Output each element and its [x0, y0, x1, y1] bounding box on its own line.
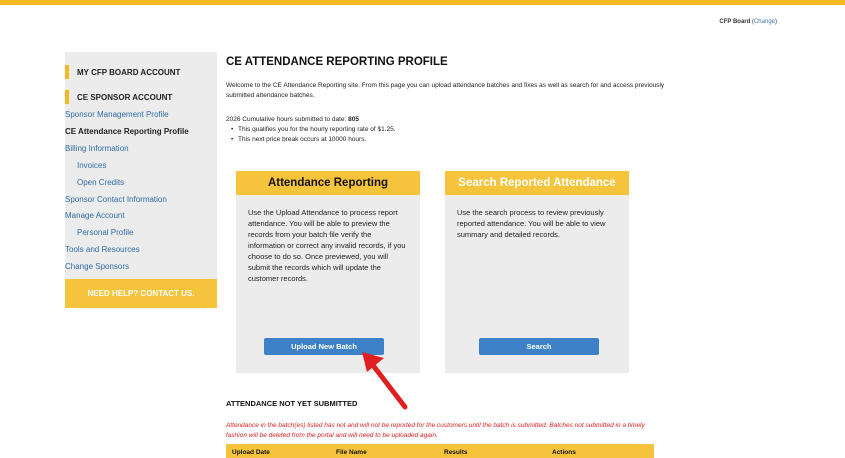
search-button[interactable]: Search — [479, 338, 599, 355]
sidebar-item-open-credits[interactable]: Open Credits — [77, 178, 124, 187]
sidebar-my-account-heading[interactable]: MY CFP BOARD ACCOUNT — [65, 65, 180, 79]
sidebar-item-personal-profile[interactable]: Personal Profile — [77, 228, 133, 237]
sidebar-item-invoices[interactable]: Invoices — [77, 161, 106, 170]
sidebar-item-billing-information[interactable]: Billing Information — [65, 144, 129, 153]
attendance-reporting-card: Attendance Reporting Use the Upload Atte… — [236, 171, 420, 373]
cumulative-hours-value: 805 — [348, 116, 359, 123]
cumulative-hours-label: 2026 Cumulative hours submitted to date: — [226, 116, 347, 123]
column-results[interactable]: Results — [444, 449, 467, 456]
account-name: CFP Board — [719, 19, 751, 25]
column-actions[interactable]: Actions — [552, 449, 576, 456]
sidebar-item-tools-and-resources[interactable]: Tools and Resources — [65, 245, 140, 254]
sidebar-item-ce-attendance-reporting-profile[interactable]: CE Attendance Reporting Profile — [65, 127, 189, 136]
rate-info-item: This qualifies you for the hourly report… — [231, 126, 396, 136]
sidebar-item-sponsor-contact-information[interactable]: Sponsor Contact Information — [65, 195, 167, 204]
intro-text: Welcome to the CE Attendance Reporting s… — [226, 82, 665, 99]
change-account-link[interactable]: Change — [754, 19, 775, 25]
attendance-reporting-card-body: Use the Upload Attendance to process rep… — [248, 208, 406, 283]
account-indicator: CFP Board (Change) — [719, 19, 777, 25]
column-file-name[interactable]: File Name — [336, 449, 367, 456]
page-title: CE ATTENDANCE REPORTING PROFILE — [226, 56, 448, 68]
red-arrow-icon — [362, 352, 408, 410]
top-accent-bar — [0, 0, 845, 5]
paren-close: ) — [775, 19, 777, 25]
column-upload-date[interactable]: Upload Date — [232, 449, 270, 456]
sidebar: MY CFP BOARD ACCOUNT CE SPONSOR ACCOUNT … — [65, 52, 217, 308]
pending-section-title: ATTENDANCE NOT YET SUBMITTED — [226, 399, 358, 408]
rate-info-list: This qualifies you for the hourly report… — [231, 126, 396, 146]
pending-warning-text: Attendance in the batch(es) listed has n… — [226, 422, 645, 439]
sidebar-ce-sponsor-heading[interactable]: CE SPONSOR ACCOUNT — [65, 90, 172, 104]
cumulative-hours: 2026 Cumulative hours submitted to date:… — [226, 116, 359, 123]
rate-info-item: This next price break occurs at 10000 ho… — [231, 136, 396, 146]
help-contact-button[interactable]: NEED HELP? CONTACT US. — [65, 279, 217, 308]
sidebar-item-change-sponsors[interactable]: Change Sponsors — [65, 262, 129, 271]
sidebar-item-sponsor-management-profile[interactable]: Sponsor Management Profile — [65, 110, 169, 119]
search-attendance-card: Search Reported Attendance Use the searc… — [445, 171, 629, 373]
attendance-reporting-card-title: Attendance Reporting — [236, 171, 420, 195]
search-attendance-card-title: Search Reported Attendance — [445, 171, 629, 195]
sidebar-item-manage-account[interactable]: Manage Account — [65, 211, 125, 220]
search-attendance-card-body: Use the search process to review previou… — [457, 208, 606, 239]
